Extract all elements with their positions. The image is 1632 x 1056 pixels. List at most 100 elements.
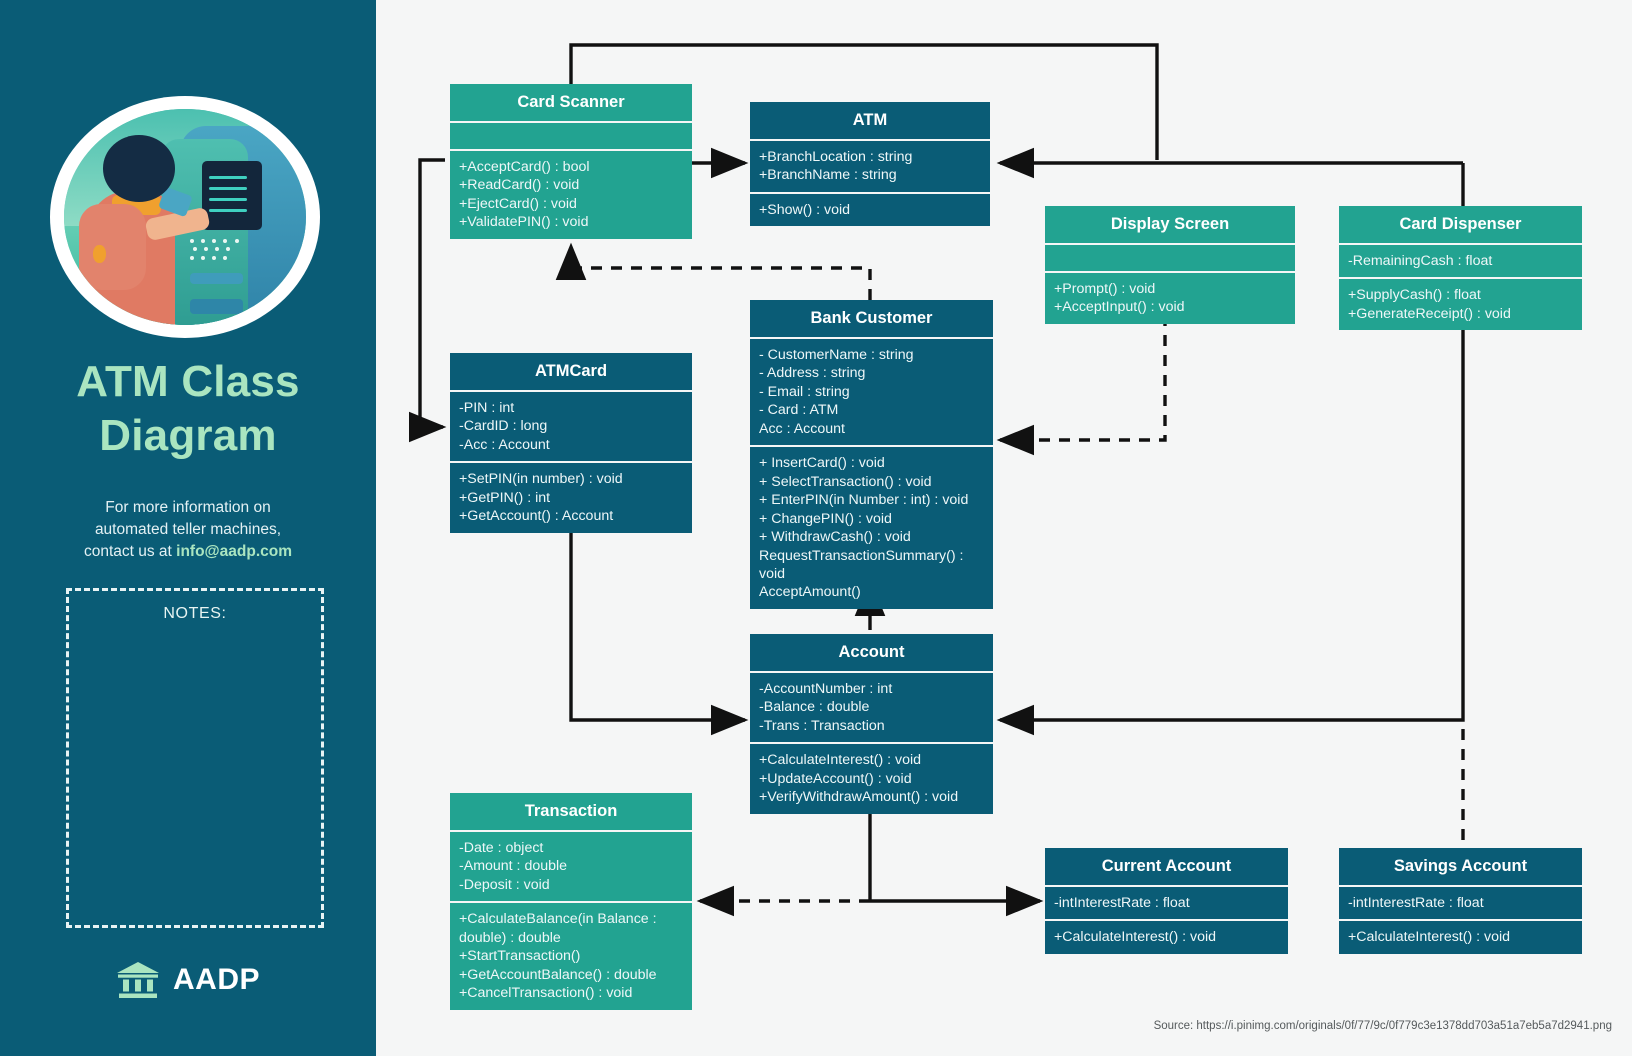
class-box-atmcard[interactable]: ATMCard -PIN : int -CardID : long -Acc :… [450, 353, 692, 533]
class-box-savings-account[interactable]: Savings Account -intInterestRate : float… [1339, 848, 1582, 954]
class-box-card-scanner[interactable]: Card Scanner +AcceptCard() : bool +ReadC… [450, 84, 692, 239]
class-title-display-screen: Display Screen [1045, 206, 1295, 243]
brand-logo: AADP [0, 960, 376, 1000]
method-line: +GenerateReceipt() : void [1348, 305, 1511, 322]
method-line: +CancelTransaction() : void [459, 985, 633, 1002]
attribute-line: +BranchName : string [759, 167, 897, 184]
class-title-bank-customer: Bank Customer [750, 300, 993, 337]
attribute-line: -intInterestRate : float [1348, 895, 1484, 911]
class-box-atm[interactable]: ATM +BranchLocation : string +BranchName… [750, 102, 990, 227]
method-line: +SupplyCash() : float [1348, 287, 1481, 304]
class-box-card-dispenser[interactable]: Card Dispenser -RemainingCash : float +S… [1339, 206, 1582, 331]
person-head-icon [102, 134, 176, 202]
class-title-atmcard: ATMCard [450, 353, 692, 390]
method-line: +CalculateInterest() : void [759, 752, 922, 769]
class-title-card-scanner: Card Scanner [450, 84, 692, 121]
class-attributes-card-dispenser: -RemainingCash : float [1339, 245, 1582, 278]
attribute-line: -CardID : long [459, 418, 548, 435]
method-line: +GetPIN() : int [459, 489, 551, 506]
method-line: +UpdateAccount() : void [759, 770, 912, 787]
attribute-line: -Trans : Transaction [759, 717, 885, 734]
class-title-savings-account: Savings Account [1339, 848, 1582, 885]
method-line: +ReadCard() : void [459, 177, 580, 194]
attribute-line: - Card : ATM [759, 402, 839, 419]
page-title-line2: Diagram [99, 410, 277, 460]
class-box-account[interactable]: Account -AccountNumber : int -Balance : … [750, 634, 993, 814]
method-line: + WithdrawCash() : void [759, 529, 911, 546]
attribute-line: -Balance : double [759, 699, 870, 716]
class-attributes-account: -AccountNumber : int -Balance : double -… [750, 673, 993, 743]
class-attributes-atmcard: -PIN : int -CardID : long -Acc : Account [450, 392, 692, 462]
method-line: +CalculateInterest() : void [1054, 929, 1217, 946]
bank-building-icon [116, 962, 159, 998]
method-line: + SelectTransaction() : void [759, 473, 932, 490]
attribute-line: -PIN : int [459, 400, 515, 416]
method-line: +EjectCard() : void [459, 195, 577, 212]
method-line: +GetAccount() : Account [459, 508, 614, 525]
atm-illustration [50, 96, 320, 338]
page-title-line1: ATM Class [76, 357, 300, 406]
notes-box[interactable]: NOTES: [66, 588, 324, 928]
brand-name: AADP [172, 963, 260, 996]
source-caption: Source: https://i.pinimg.com/originals/0… [1153, 1020, 1612, 1032]
class-title-transaction: Transaction [450, 793, 692, 830]
class-methods-atmcard: +SetPIN(in number) : void +GetPIN() : in… [450, 463, 692, 533]
atm-card-slot-icon [189, 299, 244, 315]
attribute-line: - Email : string [759, 383, 850, 400]
class-title-account: Account [750, 634, 993, 671]
attribute-line: - Address : string [759, 365, 866, 382]
illustration-ring [50, 96, 320, 338]
method-line: RequestTransactionSummary() : void [759, 547, 968, 582]
notes-label: NOTES: [163, 605, 227, 622]
attribute-line: -AccountNumber : int [759, 681, 893, 697]
class-attributes-display-screen [1045, 245, 1295, 271]
class-attributes-bank-customer: - CustomerName : string - Address : stri… [750, 339, 993, 446]
method-line: + ChangePIN() : void [759, 510, 892, 527]
class-methods-card-dispenser: +SupplyCash() : float +GenerateReceipt()… [1339, 279, 1582, 331]
atm-keypad-icon [189, 238, 241, 265]
method-line: +AcceptCard() : bool [459, 159, 590, 175]
illustration-scene [64, 109, 306, 325]
sidebar-subtitle: For more information on automated teller… [48, 497, 328, 563]
class-box-display-screen[interactable]: Display Screen +Prompt() : void +AcceptI… [1045, 206, 1295, 324]
method-line: +Prompt() : void [1054, 281, 1156, 297]
method-line: + InsertCard() : void [759, 455, 885, 472]
class-methods-display-screen: +Prompt() : void +AcceptInput() : void [1045, 273, 1295, 324]
class-box-transaction[interactable]: Transaction -Date : object -Amount : dou… [450, 793, 692, 1010]
class-methods-card-scanner: +AcceptCard() : bool +ReadCard() : void … [450, 151, 692, 239]
class-attributes-savings-account: -intInterestRate : float [1339, 887, 1582, 920]
subtitle-line-2: automated teller machines, [94, 521, 282, 538]
attribute-line: Acc : Account [759, 420, 845, 437]
class-title-card-dispenser: Card Dispenser [1339, 206, 1582, 243]
method-line: +GetAccountBalance() : double [459, 966, 657, 983]
class-attributes-atm: +BranchLocation : string +BranchName : s… [750, 141, 990, 192]
method-line: + EnterPIN(in Number : int) : void [759, 492, 969, 509]
attribute-line: -Date : object [459, 840, 544, 856]
method-line: AcceptAmount() [759, 584, 861, 601]
subtitle-line-1: For more information on [105, 499, 271, 516]
class-box-current-account[interactable]: Current Account -intInterestRate : float… [1045, 848, 1288, 954]
attribute-line: -Deposit : void [459, 876, 550, 893]
attribute-line: -RemainingCash : float [1348, 253, 1493, 269]
attribute-line: -Amount : double [459, 858, 568, 875]
class-methods-current-account: +CalculateInterest() : void [1045, 921, 1288, 954]
class-box-bank-customer[interactable]: Bank Customer - CustomerName : string - … [750, 300, 993, 609]
atm-machine-screen-icon [201, 160, 263, 230]
class-methods-account: +CalculateInterest() : void +UpdateAccou… [750, 744, 993, 814]
person-backpack-icon [78, 204, 147, 291]
method-line: +VerifyWithdrawAmount() : void [759, 789, 959, 806]
sidebar-panel: ATM Class Diagram For more information o… [0, 0, 376, 1056]
class-title-current-account: Current Account [1045, 848, 1288, 885]
atm-cash-slot-icon [189, 273, 244, 284]
method-line: +StartTransaction() [459, 948, 581, 965]
method-line: +CalculateInterest() : void [1348, 929, 1511, 946]
method-line: +Show() : void [759, 201, 851, 218]
method-line: +AcceptInput() : void [1054, 299, 1185, 316]
class-methods-atm: +Show() : void [750, 193, 990, 227]
class-methods-bank-customer: + InsertCard() : void + SelectTransactio… [750, 447, 993, 609]
method-line: +SetPIN(in number) : void [459, 471, 623, 488]
contact-email-link[interactable]: info@aadp.com [176, 543, 292, 560]
class-attributes-card-scanner [450, 123, 692, 149]
method-line: +ValidatePIN() : void [459, 214, 589, 231]
attribute-line: -Acc : Account [459, 436, 550, 453]
